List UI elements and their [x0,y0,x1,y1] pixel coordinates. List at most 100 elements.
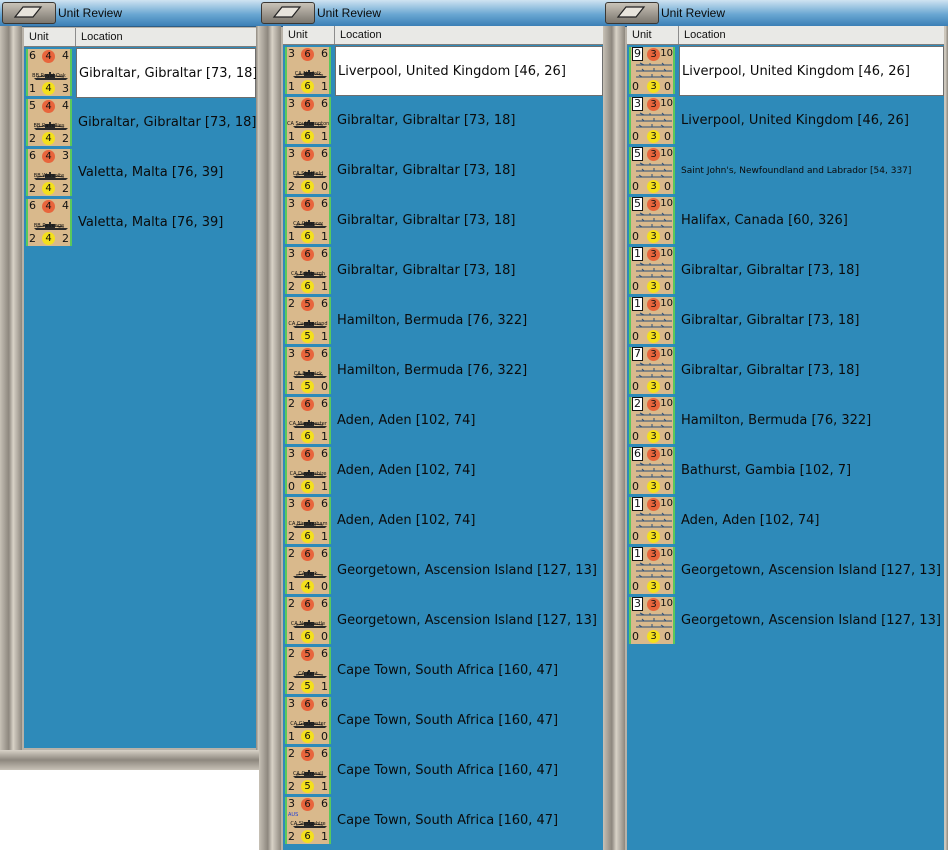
unit-counter[interactable]: 2 5 6 2 5 1 CA Kent [285,647,331,694]
unit-counter[interactable]: 7 3 10 0 3 0 [629,347,675,394]
column-header-location[interactable]: Location [76,28,256,46]
unit-row[interactable]: 3 6 6 1 6 1 CA Southampton Gibraltar, Gibraltar… [283,96,603,146]
unit-counter[interactable]: 3 3 10 0 3 0 [629,97,675,144]
unit-row[interactable]: 5 4 4 2 4 2 BB Ramillies Gibraltar, Gibraltar [… [24,98,256,148]
unit-counter[interactable]: 5 3 10 0 3 0 [629,147,675,194]
unit-counter[interactable]: 5 4 4 2 4 2 BB Ramillies [26,99,72,146]
unit-location[interactable]: Cape Town, South Africa [160, 47] [335,746,603,796]
unit-row[interactable]: 3 3 10 0 3 0 Georgetown, Ascension Island [127… [627,596,944,646]
unit-location[interactable]: Liverpool, United Kingdom [46, 26] [679,46,944,96]
column-header-location[interactable]: Location [679,26,944,44]
close-button[interactable] [261,2,315,24]
unit-location[interactable]: Gibraltar, Gibraltar [73, 18] [335,246,603,296]
unit-location[interactable]: Cape Town, South Africa [160, 47] [335,696,603,746]
unit-row[interactable]: 6 4 4 2 4 2 BB Revenge Valetta, Malta [76, 39] [24,198,256,248]
unit-row[interactable]: 6 4 3 2 4 2 BB Warspite Valetta, Malta [76, 39] [24,148,256,198]
unit-counter[interactable]: 1 3 10 0 3 0 [629,247,675,294]
unit-row[interactable]: 2 6 6 1 6 0 CA Newcastle Georgetown, Ascension … [283,596,603,646]
column-header-unit[interactable]: Unit [24,28,76,46]
unit-counter[interactable]: 3 6 6 1 6 1 CA Norfolk [285,47,331,94]
unit-row[interactable]: 5 3 10 0 3 0 Halifax, Canada [60, 326] [627,196,944,246]
unit-counter[interactable]: 5 3 10 0 3 0 [629,197,675,244]
unit-location[interactable]: Liverpool, United Kingdom [46, 26] [679,96,944,146]
unit-counter[interactable]: 1 3 10 0 3 0 [629,297,675,344]
unit-row[interactable]: 2 6 6 1 6 1 CA Manchester Aden, Aden [102, 74] [283,396,603,446]
unit-counter[interactable]: 2 6 6 1 6 0 CA Newcastle [285,597,331,644]
unit-location[interactable]: Aden, Aden [102, 74] [335,496,603,546]
unit-location[interactable]: Gibraltar, Gibraltar [73, 18] [76,48,256,98]
unit-counter[interactable]: 2 6 6 1 4 0 CA York [285,547,331,594]
unit-counter[interactable]: 3 6 6 1 6 1 CA Southampton [285,97,331,144]
unit-location[interactable]: Georgetown, Ascension Island [127, 13] [335,596,603,646]
unit-counter[interactable]: 3 6 6 2 6 1 CA Edinburgh [285,247,331,294]
unit-counter[interactable]: 6 4 4 1 4 3 BB Royal Oak [26,49,72,96]
unit-row[interactable]: 6 3 10 0 3 0 Bathurst, Gambia [102, 7] [627,446,944,496]
unit-counter[interactable]: 9 3 10 0 3 0 [629,47,675,94]
title-bar[interactable]: Unit Review [603,0,948,27]
unit-location[interactable]: Gibraltar, Gibraltar [73, 18] [335,96,603,146]
unit-counter[interactable]: 6 4 3 2 4 2 BB Warspite [26,149,72,196]
unit-row[interactable]: 3 6 6 2 6 1 CA Shropshire AUS Cape Town, South A… [283,796,603,846]
unit-row[interactable]: 3 6 6 2 6 1 CA Edinburgh Gibraltar, Gibraltar [… [283,246,603,296]
unit-counter[interactable]: 2 5 6 1 5 1 CA Cumberland [285,297,331,344]
unit-row[interactable]: 3 6 6 1 6 1 CA Glasgow Gibraltar, Gibraltar [73… [283,196,603,246]
title-bar[interactable]: Unit Review [0,0,262,27]
unit-location[interactable]: Gibraltar, Gibraltar [73, 18] [76,98,256,148]
unit-location[interactable]: Bathurst, Gambia [102, 7] [679,446,944,496]
unit-row[interactable]: 1 3 10 0 3 0 Georgetown, Ascension Island [127… [627,546,944,596]
unit-location[interactable]: Gibraltar, Gibraltar [73, 18] [679,246,944,296]
unit-row[interactable]: 2 5 6 1 5 1 CA Cumberland Hamilton, Bermuda [76… [283,296,603,346]
scrollbar[interactable] [603,26,625,850]
close-button[interactable] [605,2,659,24]
unit-counter[interactable]: 3 6 6 2 6 0 CA Sheffield [285,147,331,194]
unit-location[interactable]: Aden, Aden [102, 74] [679,496,944,546]
unit-location[interactable]: Liverpool, United Kingdom [46, 26] [335,46,603,96]
unit-row[interactable]: 1 3 10 0 3 0 Gibraltar, Gibraltar [73, 18] [627,296,944,346]
unit-location[interactable]: Aden, Aden [102, 74] [335,396,603,446]
unit-row[interactable]: 2 6 6 1 4 0 CA York Georgetown, Ascension Islan… [283,546,603,596]
unit-location[interactable]: Hamilton, Bermuda [76, 322] [679,396,944,446]
unit-location[interactable]: Halifax, Canada [60, 326] [679,196,944,246]
unit-row[interactable]: 5 3 10 0 3 0 Saint John's, Newfoundland and La… [627,146,944,196]
unit-location[interactable]: Georgetown, Ascension Island [127, 13] [335,546,603,596]
unit-counter[interactable]: 2 6 6 1 6 1 CA Manchester [285,397,331,444]
unit-row[interactable]: 6 4 4 1 4 3 BB Royal Oak Gibraltar, Gibraltar [… [24,48,256,98]
unit-counter[interactable]: 3 6 6 2 6 1 CA Shropshire AUS [285,797,331,844]
unit-location[interactable]: Gibraltar, Gibraltar [73, 18] [679,296,944,346]
unit-location[interactable]: Cape Town, South Africa [160, 47] [335,796,603,846]
unit-location[interactable]: Gibraltar, Gibraltar [73, 18] [679,346,944,396]
unit-row[interactable]: 7 3 10 0 3 0 Gibraltar, Gibraltar [73, 18] [627,346,944,396]
unit-location[interactable]: Gibraltar, Gibraltar [73, 18] [335,146,603,196]
unit-row[interactable]: 3 6 6 0 6 1 CA Devonshire Aden, Aden [102, 74] [283,446,603,496]
unit-counter[interactable]: 1 3 10 0 3 0 [629,547,675,594]
unit-row[interactable]: 3 5 6 1 5 0 CA Berwick Hamilton, Bermuda [76, 3… [283,346,603,396]
unit-counter[interactable]: 1 3 10 0 3 0 [629,497,675,544]
unit-row[interactable]: 3 3 10 0 3 0 Liverpool, United Kingdom [46, 26… [627,96,944,146]
unit-location[interactable]: Valetta, Malta [76, 39] [76,198,256,248]
unit-location[interactable]: Gibraltar, Gibraltar [73, 18] [335,196,603,246]
unit-counter[interactable]: 3 6 6 1 6 1 CA Glasgow [285,197,331,244]
unit-row[interactable]: 1 3 10 0 3 0 Aden, Aden [102, 74] [627,496,944,546]
scrollbar[interactable] [0,26,22,770]
unit-counter[interactable]: 3 6 6 1 6 0 CA Gloucester [285,697,331,744]
unit-row[interactable]: 1 3 10 0 3 0 Gibraltar, Gibraltar [73, 18] [627,246,944,296]
unit-location[interactable]: Georgetown, Ascension Island [127, 13] [679,596,944,646]
column-header-location[interactable]: Location [335,26,603,44]
unit-location[interactable]: Aden, Aden [102, 74] [335,446,603,496]
scrollbar[interactable] [259,26,281,850]
unit-location[interactable]: Hamilton, Bermuda [76, 322] [335,296,603,346]
unit-location[interactable]: Georgetown, Ascension Island [127, 13] [679,546,944,596]
unit-counter[interactable]: 6 4 4 2 4 2 BB Revenge [26,199,72,246]
unit-counter[interactable]: 3 5 6 1 5 0 CA Berwick [285,347,331,394]
unit-row[interactable]: 9 3 10 0 3 0 Liverpool, United Kingdom [46, 26… [627,46,944,96]
unit-row[interactable]: 2 5 6 2 5 1 CA Cornwall Cape Town, South Africa… [283,746,603,796]
unit-counter[interactable]: 6 3 10 0 3 0 [629,447,675,494]
unit-location[interactable]: Hamilton, Bermuda [76, 322] [335,346,603,396]
column-header-unit[interactable]: Unit [627,26,679,44]
unit-row[interactable]: 3 6 6 1 6 1 CA Norfolk Liverpool, United Kingdo… [283,46,603,96]
unit-counter[interactable]: 3 6 6 2 6 1 CA Birmingham [285,497,331,544]
unit-row[interactable]: 2 5 6 2 5 1 CA Kent Cape Town, South Africa [16… [283,646,603,696]
close-button[interactable] [2,2,56,24]
unit-row[interactable]: 3 6 6 2 6 0 CA Sheffield Gibraltar, Gibraltar [… [283,146,603,196]
unit-row[interactable]: 3 6 6 1 6 0 CA Gloucester Cape Town, South Afri… [283,696,603,746]
